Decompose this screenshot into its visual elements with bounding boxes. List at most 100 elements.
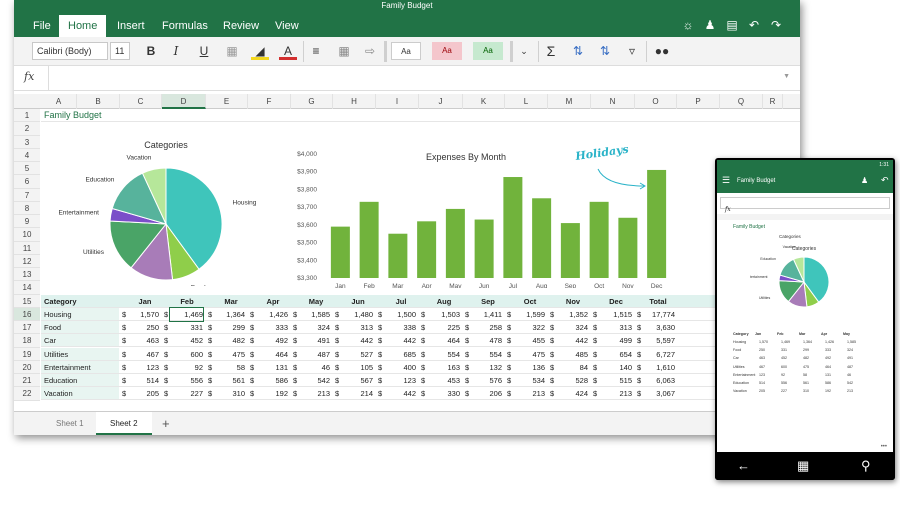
- column-label[interactable]: Mar: [216, 295, 246, 308]
- bar-nov[interactable]: [618, 217, 638, 278]
- bar-jul[interactable]: [503, 177, 523, 278]
- column-label[interactable]: Aug: [429, 295, 459, 308]
- category-cell[interactable]: Vacation: [44, 387, 73, 400]
- column-header[interactable]: B: [77, 94, 120, 109]
- column-header[interactable]: D: [162, 94, 206, 109]
- column-header[interactable]: L: [505, 94, 548, 109]
- tab-review[interactable]: Review: [214, 15, 268, 37]
- category-cell[interactable]: Utilities: [44, 348, 68, 361]
- column-header[interactable]: J: [419, 94, 463, 109]
- bar-may[interactable]: [445, 208, 465, 278]
- value-cell[interactable]: 1,599: [513, 308, 545, 321]
- row-header[interactable]: 5: [14, 162, 40, 176]
- row-header[interactable]: 19: [14, 347, 40, 361]
- value-cell[interactable]: 453: [427, 374, 460, 387]
- italic-icon[interactable]: I: [167, 42, 185, 60]
- total-cell[interactable]: 6,727: [643, 348, 675, 361]
- column-label[interactable]: Jan: [130, 295, 160, 308]
- bar-chart[interactable]: Expenses By Month $4,000 $3,900 $3,800 $3,70…: [276, 136, 686, 288]
- value-cell[interactable]: 192: [256, 387, 288, 400]
- bar-feb[interactable]: [359, 201, 379, 278]
- total-cell[interactable]: 3,630: [643, 321, 675, 334]
- style-good-button[interactable]: Aa: [473, 42, 503, 60]
- column-header[interactable]: M: [548, 94, 591, 109]
- value-cell[interactable]: 1,503: [427, 308, 460, 321]
- row-header[interactable]: 14: [14, 281, 40, 295]
- column-header[interactable]: G: [291, 94, 333, 109]
- autosum-icon[interactable]: Σ: [542, 42, 560, 60]
- value-cell[interactable]: 333: [256, 321, 288, 334]
- align-icon[interactable]: ≡: [307, 42, 325, 60]
- bar-sep[interactable]: [560, 223, 580, 278]
- font-name-box[interactable]: Calibri (Body): [32, 42, 108, 60]
- tab-formulas[interactable]: Formulas: [153, 15, 217, 37]
- value-cell[interactable]: 586: [256, 374, 288, 387]
- column-header[interactable]: C: [120, 94, 162, 109]
- row-header[interactable]: 15: [14, 294, 40, 308]
- value-cell[interactable]: 492: [256, 334, 288, 347]
- bar-jun[interactable]: [474, 219, 494, 278]
- row-header[interactable]: 9: [14, 215, 40, 229]
- value-cell[interactable]: 442: [341, 334, 373, 347]
- value-cell[interactable]: 123: [384, 374, 416, 387]
- bold-icon[interactable]: B: [142, 42, 160, 60]
- column-label[interactable]: Nov: [558, 295, 588, 308]
- row-header[interactable]: 2: [14, 122, 40, 136]
- category-cell[interactable]: Food: [44, 321, 61, 334]
- merge-icon[interactable]: ▦: [335, 42, 353, 60]
- column-label[interactable]: Apr: [258, 295, 288, 308]
- column-label[interactable]: Feb: [172, 295, 202, 308]
- value-cell[interactable]: 400: [384, 361, 416, 374]
- column-header[interactable]: I: [376, 94, 419, 109]
- expand-formula-icon[interactable]: ▼: [783, 73, 790, 80]
- formula-input[interactable]: [54, 71, 754, 85]
- value-cell[interactable]: 491: [299, 334, 330, 347]
- value-cell[interactable]: 213: [599, 387, 632, 400]
- sheet-title[interactable]: Family Budget: [44, 109, 102, 122]
- pie-chart[interactable]: CategoriesHousingFoodCarUtilitiesEnterta…: [41, 136, 257, 286]
- underline-icon[interactable]: U: [195, 42, 213, 60]
- value-cell[interactable]: 534: [513, 374, 545, 387]
- value-cell[interactable]: 313: [599, 321, 632, 334]
- value-cell[interactable]: 105: [341, 361, 373, 374]
- column-header[interactable]: A: [41, 94, 77, 109]
- row-header[interactable]: 17: [14, 321, 40, 335]
- column-label[interactable]: Dec: [601, 295, 631, 308]
- column-label[interactable]: Oct: [515, 295, 545, 308]
- row-header[interactable]: 12: [14, 254, 40, 268]
- row-header[interactable]: 7: [14, 188, 40, 202]
- filter-icon[interactable]: ▿: [623, 42, 641, 60]
- row-header[interactable]: 21: [14, 374, 40, 388]
- value-cell[interactable]: 330: [427, 387, 460, 400]
- value-cell[interactable]: 528: [556, 374, 588, 387]
- value-cell[interactable]: 487: [299, 348, 330, 361]
- column-header[interactable]: E: [206, 94, 248, 109]
- row-header[interactable]: 4: [14, 148, 40, 162]
- column-header[interactable]: O: [635, 94, 677, 109]
- value-cell[interactable]: 225: [427, 321, 460, 334]
- column-label[interactable]: Jul: [386, 295, 416, 308]
- total-cell[interactable]: 5,597: [643, 334, 675, 347]
- value-cell[interactable]: 140: [599, 361, 632, 374]
- value-cell[interactable]: 1,469: [169, 306, 204, 322]
- category-cell[interactable]: Housing: [44, 308, 72, 321]
- phone-pie-chart[interactable]: CategoriesHousingFoodCarUtilitiesEnterta…: [750, 244, 840, 312]
- book-icon[interactable]: ▤: [725, 18, 739, 32]
- borders-icon[interactable]: ▦: [223, 42, 241, 60]
- column-header[interactable]: Q: [720, 94, 763, 109]
- bar-mar[interactable]: [388, 233, 408, 278]
- value-cell[interactable]: 554: [427, 348, 460, 361]
- chevron-down-icon[interactable]: ⌄: [515, 42, 533, 60]
- value-cell[interactable]: 214: [341, 387, 373, 400]
- column-header[interactable]: H: [333, 94, 376, 109]
- add-sheet-icon[interactable]: +: [148, 412, 184, 435]
- column-header[interactable]: R: [763, 94, 783, 109]
- value-cell[interactable]: 499: [599, 334, 632, 347]
- bar-oct[interactable]: [589, 201, 609, 278]
- value-cell[interactable]: 92: [170, 361, 203, 374]
- value-cell[interactable]: 322: [513, 321, 545, 334]
- total-cell[interactable]: 1,610: [643, 361, 675, 374]
- style-bad-button[interactable]: Aa: [432, 42, 462, 60]
- value-cell[interactable]: 205: [128, 387, 159, 400]
- value-cell[interactable]: 567: [341, 374, 373, 387]
